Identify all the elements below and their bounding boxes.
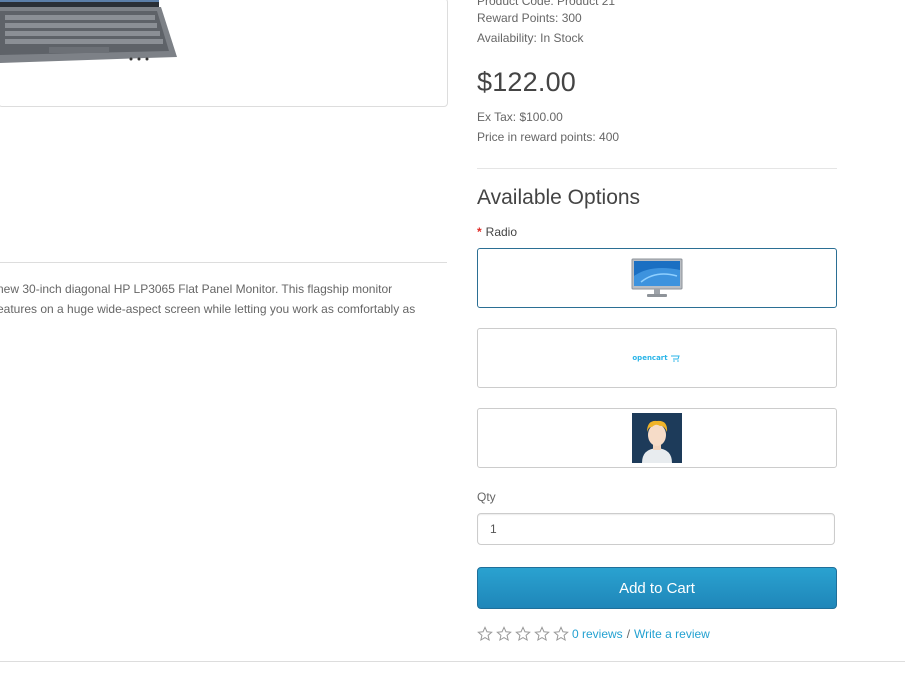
available-options-title: Available Options (477, 186, 641, 209)
qty-label: Qty (477, 490, 496, 504)
description-line: eatures on a huge wide-aspect screen whi… (0, 302, 416, 316)
monitor-image-icon (631, 258, 683, 297)
product-image-thumbnail[interactable] (0, 0, 448, 107)
price-in-reward-points: Price in reward points: 400 (477, 130, 620, 144)
opencart-logo-icon: opencart (632, 354, 681, 362)
add-to-cart-button[interactable]: Add to Cart (477, 567, 837, 609)
laptop-image-icon (0, 0, 177, 63)
write-review-link[interactable]: Write a review (634, 627, 710, 641)
option-choice-opencart[interactable]: opencart (477, 328, 837, 388)
star-empty-icon (477, 626, 493, 642)
option-choice-monitor[interactable] (477, 248, 837, 308)
option-choice-avatar[interactable] (477, 408, 837, 468)
footer-divider (0, 661, 905, 662)
star-empty-icon (496, 626, 512, 642)
user-avatar-icon (632, 413, 682, 463)
ex-tax: Ex Tax: $100.00 (477, 110, 563, 124)
product-description: new 30-inch diagonal HP LP3065 Flat Pane… (0, 279, 447, 319)
divider (477, 168, 837, 169)
star-empty-icon (534, 626, 550, 642)
availability: Availability: In Stock (477, 31, 584, 45)
qty-input[interactable] (477, 513, 835, 545)
reviews-separator: / (626, 627, 631, 641)
radio-option-label: * Radio (477, 225, 517, 239)
star-empty-icon (553, 626, 569, 642)
reward-points: Reward Points: 300 (477, 11, 582, 25)
rating-row: 0 reviews / Write a review (477, 625, 710, 643)
product-code: Product Code: Product 21 (477, 0, 616, 8)
star-empty-icon (515, 626, 531, 642)
product-price: $122.00 (477, 67, 576, 97)
reviews-count-link[interactable]: 0 reviews (572, 627, 623, 641)
tab-divider (0, 262, 447, 263)
radio-label-text: Radio (485, 225, 518, 239)
required-marker: * (477, 225, 482, 239)
description-line: new 30-inch diagonal HP LP3065 Flat Pane… (0, 282, 393, 296)
